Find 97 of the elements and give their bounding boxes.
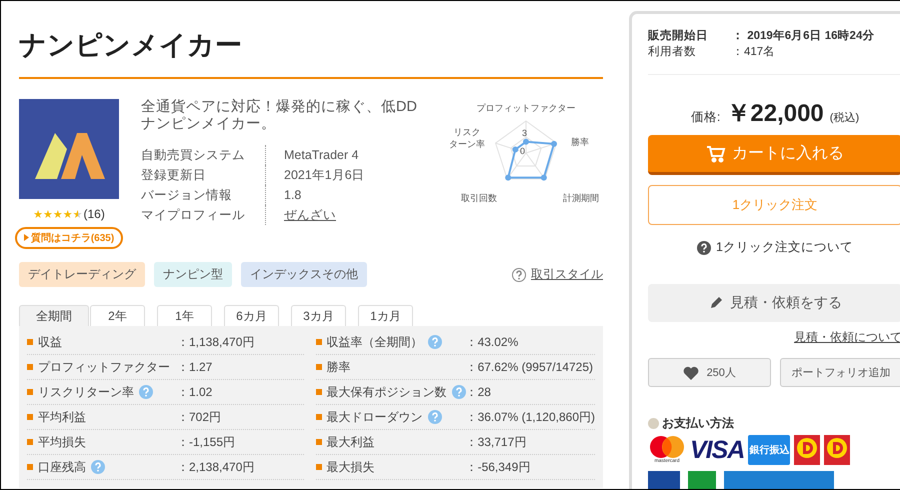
rating-count: (16): [84, 207, 105, 221]
help-icon[interactable]: [428, 335, 442, 349]
stat-value: ：28: [466, 384, 492, 400]
quote-request-button[interactable]: 見積・依頼をする: [648, 284, 900, 322]
help-icon[interactable]: [452, 385, 466, 399]
favorite-button[interactable]: 250人: [648, 358, 770, 387]
stat-value: ：1.02: [177, 384, 214, 400]
info-label: 自動売買システム: [141, 147, 246, 164]
stat-label: 収益率（全期間）: [326, 334, 423, 350]
stat-value: ：702円: [177, 408, 222, 426]
triangle-icon: [24, 234, 29, 241]
bullet-icon: [316, 339, 322, 345]
info-label: 登録更新日: [141, 167, 207, 184]
stat-value: ：67.62% (9957/14725): [466, 358, 594, 376]
quote-info-link[interactable]: 見積・依頼について: [794, 329, 900, 346]
bullet-icon: [27, 414, 33, 420]
help-icon[interactable]: [428, 410, 442, 424]
stat-label: 平均利益: [38, 408, 86, 426]
category-tag: ナンピン型: [154, 262, 232, 287]
radar-axis-label: 計測期間: [563, 193, 599, 203]
payment-title: お支払い方法: [662, 415, 734, 432]
bullet-icon: [27, 439, 33, 445]
stat-label: 平均損失: [38, 434, 86, 450]
page-title: ナンピンメイカー: [19, 1, 603, 79]
price-label: 価格:: [690, 109, 720, 126]
bullet-icon: [316, 414, 322, 420]
category-tag: インデックスその他: [241, 262, 367, 287]
stat-value: ：36.07% (1,120,860円): [466, 408, 595, 426]
trade-style-link[interactable]: 取引スタイル: [512, 266, 603, 283]
stat-value: ：1.27: [177, 358, 214, 376]
radar-tick: 0: [520, 146, 526, 156]
radar-axis-label: 勝率: [571, 137, 589, 147]
bullet-icon: [316, 389, 322, 395]
info-label: マイプロフィール: [141, 207, 246, 224]
tax-note: (税込): [830, 111, 860, 125]
bullet-icon: [27, 364, 33, 370]
info-value: MetaTrader 4: [265, 145, 421, 165]
stat-label: 収益: [38, 334, 62, 350]
meta-value: ：417名: [732, 44, 776, 60]
stat-label: 勝率: [326, 358, 351, 376]
period-tab[interactable]: 1年: [157, 305, 212, 326]
period-tab[interactable]: 3カ月: [291, 305, 346, 326]
bullet-icon: [316, 439, 322, 445]
heart-icon: [682, 366, 699, 380]
info-value: 2021年1月6日: [265, 165, 421, 185]
visa-logo: VISA: [690, 436, 744, 464]
category-tag: デイトレーディング: [19, 262, 145, 287]
help-icon[interactable]: [139, 385, 153, 399]
stat-value: ：-56,349円: [466, 458, 532, 476]
add-portfolio-button[interactable]: ポートフォリオ追加: [780, 358, 900, 387]
stat-value: ：1,138,470円: [177, 334, 256, 350]
cart-icon: [706, 144, 726, 162]
radar-grid: [494, 120, 558, 180]
profile-link[interactable]: ぜんざい: [265, 205, 421, 225]
d-badge-logo: [824, 435, 850, 465]
meta-value: ： 2019年6月6日 16時24分: [732, 28, 876, 44]
one-click-help-link[interactable]: 1クリック注文について: [648, 239, 900, 256]
stat-label: 最大ドローダウン: [326, 408, 423, 426]
radar-tick: 3: [522, 128, 528, 138]
bullet-icon: [27, 389, 33, 395]
meta-label: 販売開始日: [648, 28, 709, 44]
stat-label: 最大保有ポジション数: [326, 384, 447, 400]
stat-value: ：2,138,470円: [177, 458, 256, 476]
help-icon: [512, 268, 526, 282]
bullet-icon: [316, 464, 322, 470]
bullet-icon: [27, 464, 33, 470]
radar-axis-label: プロフィットファクター: [476, 103, 576, 113]
stat-label: 最大損失: [326, 458, 375, 476]
radar-series: [505, 138, 557, 181]
info-label: バージョン情報: [141, 187, 233, 204]
radar-axis-label: リスク ターン率: [449, 127, 485, 149]
bullet-icon: [316, 364, 322, 370]
stat-label: 口座残高: [38, 458, 86, 476]
meta-label: 利用者数: [648, 44, 697, 60]
period-tab[interactable]: 2年: [90, 305, 145, 326]
stat-label: プロフィットファクター: [38, 358, 170, 376]
product-description: 全通貨ペアに対応！爆発的に稼ぐ、低DDナンピンメイカー。: [141, 99, 418, 133]
info-value: 1.8: [265, 185, 421, 205]
stat-label: 最大利益: [326, 434, 375, 450]
bank-transfer-logo: 銀行振込: [748, 435, 790, 465]
help-icon[interactable]: [91, 460, 105, 474]
stat-value: ：33,717円: [466, 434, 528, 450]
bullet-icon: [648, 418, 659, 429]
d-badge-logo: [794, 435, 820, 465]
payment-logo: [648, 471, 680, 489]
stat-value: ：-1,155円: [177, 434, 236, 450]
period-tab[interactable]: 全期間: [19, 305, 89, 326]
pen-icon: [708, 295, 724, 311]
bullet-icon: [27, 339, 33, 345]
price: ￥22,000: [726, 99, 824, 129]
help-icon: [697, 240, 712, 254]
period-tab[interactable]: 1カ月: [358, 305, 413, 326]
radar-axis-label: 取引回数: [461, 193, 497, 203]
period-tab[interactable]: 6カ月: [224, 305, 279, 326]
stat-value: ：43.02%: [466, 334, 520, 350]
stat-label: リスクリターン率: [38, 384, 134, 400]
payment-logo: [688, 471, 716, 489]
